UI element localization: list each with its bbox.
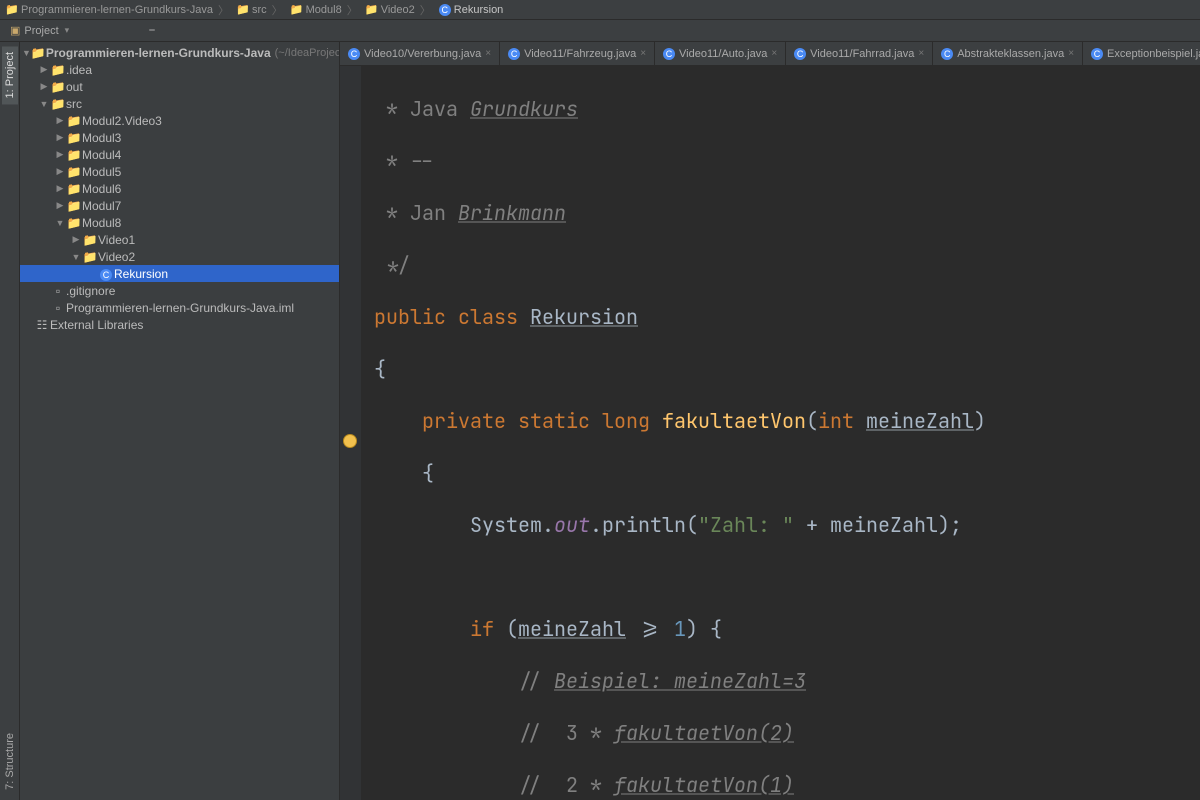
folder-icon: 📁 xyxy=(66,165,82,179)
class-icon: C xyxy=(439,4,451,16)
tree-modul7[interactable]: ▶📁Modul7 xyxy=(20,197,339,214)
class-icon: C xyxy=(941,48,953,60)
tree-video2[interactable]: ▼📁Video2 xyxy=(20,248,339,265)
tab-abstrakte[interactable]: CAbstrakteklassen.java× xyxy=(933,42,1083,65)
tree-modul2[interactable]: ▶📁Modul2.Video3 xyxy=(20,112,339,129)
editor-gutter[interactable] xyxy=(340,66,362,800)
library-icon: ☷ xyxy=(34,318,50,332)
folder-icon: 📁 xyxy=(31,46,46,60)
project-tree[interactable]: ▼📁Programmieren-lernen-Grundkurs-Java(~/… xyxy=(20,42,339,800)
tree-modul5[interactable]: ▶📁Modul5 xyxy=(20,163,339,180)
close-icon[interactable]: × xyxy=(1068,48,1074,59)
tool-window-structure[interactable]: 7: Structure xyxy=(2,727,18,796)
tree-idea[interactable]: ▶📁.idea xyxy=(20,61,339,78)
intention-bulb-icon[interactable] xyxy=(343,434,357,448)
folder-icon: 📁 xyxy=(50,80,66,94)
tool-window-project[interactable]: 1: Project xyxy=(2,46,18,104)
tree-iml[interactable]: ▶▫Programmieren-lernen-Grundkurs-Java.im… xyxy=(20,299,339,316)
folder-icon: 📁 xyxy=(66,182,82,196)
left-tool-gutter: 1: Project 7: Structure xyxy=(0,42,20,800)
folder-icon: 📁 xyxy=(66,148,82,162)
folder-icon: 📁 xyxy=(366,4,378,16)
tree-root[interactable]: ▼📁Programmieren-lernen-Grundkurs-Java(~/… xyxy=(20,44,339,61)
tree-video1[interactable]: ▶📁Video1 xyxy=(20,231,339,248)
folder-icon: 📁 xyxy=(237,4,249,16)
close-icon[interactable]: × xyxy=(918,48,924,59)
close-icon[interactable]: × xyxy=(640,48,646,59)
folder-icon: 📁 xyxy=(82,233,98,247)
editor-area: CVideo10/Vererbung.java× CVideo11/Fahrze… xyxy=(340,42,1200,800)
folder-icon: 📁 xyxy=(50,97,66,111)
tree-rekursion[interactable]: ▶CRekursion xyxy=(20,265,339,282)
tree-modul4[interactable]: ▶📁Modul4 xyxy=(20,146,339,163)
code-editor[interactable]: * Java Grundkurs * -- * Jan Brinkmann */… xyxy=(362,66,1200,800)
class-icon: C xyxy=(1091,48,1103,60)
file-icon: ▫ xyxy=(50,284,66,298)
tree-modul6[interactable]: ▶📁Modul6 xyxy=(20,180,339,197)
class-icon: C xyxy=(508,48,520,60)
tree-modul3[interactable]: ▶📁Modul3 xyxy=(20,129,339,146)
tab-fahrzeug[interactable]: CVideo11/Fahrzeug.java× xyxy=(500,42,655,65)
toolbar-collapse-button[interactable]: ⎯ xyxy=(145,23,159,38)
project-tool-window: ▼📁Programmieren-lernen-Grundkurs-Java(~/… xyxy=(20,42,340,800)
breadcrumb-bar: 📁Programmieren-lernen-Grundkurs-Java〉 📁s… xyxy=(0,0,1200,20)
class-icon: C xyxy=(348,48,360,60)
tree-src[interactable]: ▼📁src xyxy=(20,95,339,112)
class-icon: C xyxy=(794,48,806,60)
folder-icon: 📁 xyxy=(66,131,82,145)
folder-icon: ▣ xyxy=(10,24,20,37)
folder-icon: 📁 xyxy=(66,114,82,128)
crumb-modul8[interactable]: 📁Modul8〉 xyxy=(289,2,362,18)
folder-icon: 📁 xyxy=(6,4,18,16)
class-icon: C xyxy=(98,267,114,281)
tree-out[interactable]: ▶📁out xyxy=(20,78,339,95)
folder-icon: 📁 xyxy=(291,4,303,16)
folder-icon: 📁 xyxy=(50,63,66,77)
class-icon: C xyxy=(663,48,675,60)
file-icon: ▫ xyxy=(50,301,66,315)
tab-vererbung[interactable]: CVideo10/Vererbung.java× xyxy=(340,42,500,65)
folder-icon: 📁 xyxy=(66,199,82,213)
project-view-selector[interactable]: ▣Project xyxy=(6,23,73,38)
editor-tabs: CVideo10/Vererbung.java× CVideo11/Fahrze… xyxy=(340,42,1200,66)
folder-icon: 📁 xyxy=(66,216,82,230)
folder-icon: 📁 xyxy=(82,250,98,264)
crumb-rekursion[interactable]: CRekursion xyxy=(437,4,506,16)
tab-exception[interactable]: CExceptionbeispiel.java× xyxy=(1083,42,1200,65)
tree-external-libs[interactable]: ▶☷External Libraries xyxy=(20,316,339,333)
project-toolbar: ▣Project ⎯ xyxy=(0,20,1200,42)
tab-fahrrad[interactable]: CVideo11/Fahrrad.java× xyxy=(786,42,933,65)
close-icon[interactable]: × xyxy=(771,48,777,59)
tree-modul8[interactable]: ▼📁Modul8 xyxy=(20,214,339,231)
tab-auto[interactable]: CVideo11/Auto.java× xyxy=(655,42,786,65)
crumb-src[interactable]: 📁src〉 xyxy=(235,2,287,18)
crumb-video2[interactable]: 📁Video2〉 xyxy=(364,2,435,18)
crumb-project[interactable]: 📁Programmieren-lernen-Grundkurs-Java〉 xyxy=(4,2,233,18)
tree-gitignore[interactable]: ▶▫.gitignore xyxy=(20,282,339,299)
close-icon[interactable]: × xyxy=(485,48,491,59)
